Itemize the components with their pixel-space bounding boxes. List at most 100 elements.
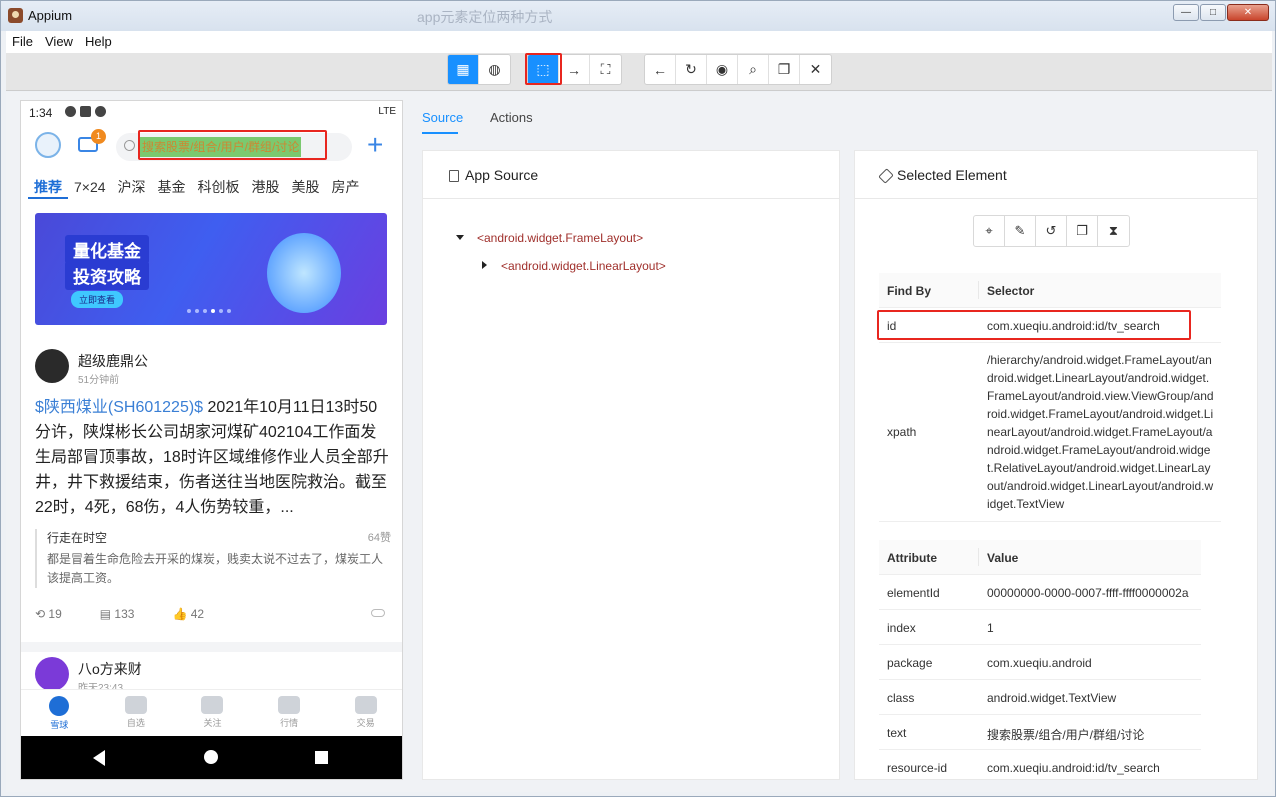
nav-label: 雪球 [50,720,69,730]
tab-hushen[interactable]: 沪深 [112,177,152,205]
tree-node-label: <android.widget.FrameLayout> [477,231,644,245]
menu-file[interactable]: File [12,34,33,49]
tab-hk[interactable]: 港股 [246,177,286,205]
add-icon[interactable]: + [367,131,383,159]
tab-recommend[interactable]: 推荐 [28,177,68,199]
table-row[interactable]: xpath /hierarchy/android.widget.FrameLay… [879,343,1221,522]
tree-node[interactable]: <android.widget.FrameLayout> [456,231,644,245]
menu-help[interactable]: Help [85,34,112,49]
app-source-title: App Source [465,167,539,183]
selector-header: Selector [987,284,1035,298]
tab-7x24[interactable]: 7×24 [68,177,112,205]
comment-author: 行走在时空 [47,531,108,545]
tab-actions[interactable]: Actions [490,110,533,125]
tab-source[interactable]: Source [422,110,463,125]
bear-avatar-icon[interactable] [35,132,61,158]
comment-text: 都是冒着生命危险去开采的煤炭，贱卖太说不过去了，煤炭工人该提高工资。 [47,552,384,585]
quit-session-button[interactable]: ✕ [800,55,831,84]
swipe-button[interactable]: → [559,55,590,84]
nav-watchlist[interactable]: 自选 [98,690,175,735]
status-icons [65,106,106,117]
status-bar: 1:34 LTE [21,101,402,125]
close-window-button[interactable]: ✕ [1227,4,1269,21]
selected-element-panel: Selected Element ⌖ ✎ ↺ ❐ ⧗ Find By Selec… [854,150,1258,780]
tab-star-market[interactable]: 科创板 [192,177,246,205]
avatar[interactable] [35,657,69,691]
attr-value[interactable]: 搜索股票/组合/用户/群组/讨论 [987,726,1144,743]
tap-element-button[interactable]: ⌖ [974,216,1005,246]
xueqiu-icon [49,696,70,716]
banner-cta[interactable]: 立即查看 [71,291,124,308]
attr-value[interactable]: 00000000-0000-0007-ffff-ffff0000002a [987,586,1189,600]
copy-xml-button[interactable]: ❐ [769,55,800,84]
attr-key: class [887,691,915,705]
tap-coordinates-button[interactable]: ⛶ [590,55,621,84]
attr-value[interactable]: com.xueqiu.android [987,656,1092,670]
comment-button[interactable]: ▤ 133 [100,607,135,621]
clear-icon: ↺ [1045,223,1057,238]
recents-icon[interactable] [315,751,328,764]
nav-follow[interactable]: 关注 [174,690,251,735]
dismiss-icon[interactable] [371,609,385,617]
table-row[interactable]: class android.widget.TextView [879,680,1201,715]
appium-logo-icon [8,8,23,23]
search-element-button[interactable]: ⌕ [738,55,769,84]
native-mode-button[interactable]: ▦ [448,55,479,84]
home-icon[interactable] [204,750,218,764]
post-body[interactable]: $陕西煤业(SH601225)$ 2021年10月11日13时50分许，陕煤彬长… [35,395,391,520]
post-author[interactable]: 超级鹿鼎公 [78,351,148,371]
table-row[interactable]: resource-id com.xueqiu.android:id/tv_sear… [879,750,1201,779]
window-caption: app元素定位两种方式 [417,9,553,25]
nav-trade[interactable]: 交易 [327,690,402,735]
attr-value[interactable]: com.xueqiu.android:id/tv_search [987,761,1160,775]
caret-down-icon[interactable] [456,235,464,240]
device-screenshot[interactable]: 1:34 LTE 1 搜索股票/组合/用户/群组/讨论 + 推荐 7×24 沪深… [20,100,403,780]
follow-icon [201,696,224,714]
copy-icon: ❐ [777,61,791,77]
caret-right-icon[interactable] [482,261,487,269]
attr-value[interactable]: 1 [987,621,994,635]
arrow-right-icon: → [567,61,581,78]
attr-value[interactable]: android.widget.TextView [987,691,1116,705]
back-icon[interactable] [93,750,105,766]
find-key: xpath [887,425,917,439]
tab-us[interactable]: 美股 [286,177,326,205]
file-icon [449,170,459,182]
nav-market[interactable]: 行情 [251,690,328,735]
minimize-button[interactable]: — [1173,4,1199,21]
post-author[interactable]: 八o方来财 [78,659,142,679]
recorder-button[interactable]: ◉ [707,55,738,84]
tab-fund[interactable]: 基金 [152,177,192,205]
table-row[interactable]: elementId 00000000-0000-0007-ffff-ffff000… [879,575,1201,610]
value-header: Value [987,551,1019,565]
stock-link[interactable]: $陕西煤业(SH601225)$ [35,399,203,416]
nav-label: 交易 [356,718,375,728]
hourglass-icon: ⧗ [1108,223,1119,238]
nav-xueqiu[interactable]: 雪球 [21,690,98,735]
arrow-left-icon: ← [653,61,667,78]
tab-property[interactable]: 房产 [326,177,366,205]
back-button[interactable]: ← [645,55,676,84]
repost-button[interactable]: ⟲ 19 [35,607,62,621]
refresh-button[interactable]: ↻ [676,55,707,84]
top-comment[interactable]: 行走在时空 64赞 都是冒着生命危险去开采的煤炭，贱卖太说不过去了，煤炭工人该提… [35,529,391,588]
copy-attributes-button[interactable]: ❐ [1067,216,1098,246]
web-mode-button[interactable]: ◍ [479,55,510,84]
timing-button[interactable]: ⧗ [1098,216,1129,246]
menu-view[interactable]: View [45,34,73,49]
maximize-button[interactable]: □ [1200,4,1226,21]
avatar[interactable] [35,349,69,383]
like-button[interactable]: 👍 42 [172,607,204,621]
sdcard-icon [80,106,91,117]
tree-node[interactable]: <android.widget.LinearLayout> [482,259,666,273]
clear-button[interactable]: ↺ [1036,216,1067,246]
find-value[interactable]: /hierarchy/android.widget.FrameLayout/an… [987,351,1215,513]
panel-header: Selected Element [855,151,1257,199]
table-row[interactable]: index 1 [879,610,1201,645]
thumbs-up-icon: 👍 [172,607,191,621]
send-keys-button[interactable]: ✎ [1005,216,1036,246]
annotation-highlight-search [138,130,327,160]
table-row[interactable]: text 搜索股票/组合/用户/群组/讨论 [879,715,1201,750]
promo-banner[interactable]: 量化基金 投资攻略 立即查看 [35,213,387,325]
table-row[interactable]: package com.xueqiu.android [879,645,1201,680]
